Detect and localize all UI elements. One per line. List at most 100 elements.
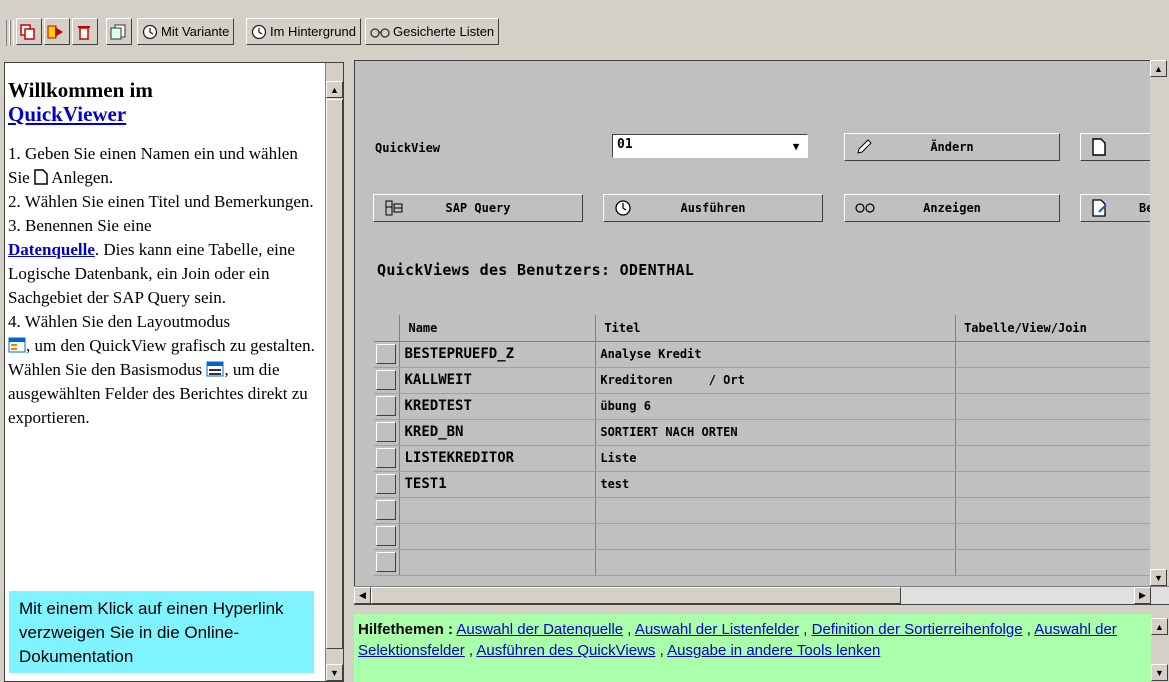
table-row-empty[interactable] (374, 497, 1164, 524)
step4-text: 4. Wählen Sie den Layoutmodus (8, 312, 231, 331)
cell-title[interactable] (595, 497, 957, 524)
row-selector[interactable] (374, 367, 401, 394)
quickviewer-link[interactable]: QuickViewer (8, 102, 126, 126)
cell-view[interactable] (955, 419, 1164, 446)
scroll-thumb[interactable] (326, 99, 343, 649)
cell-view[interactable] (955, 497, 1164, 524)
transport-button[interactable] (106, 18, 132, 45)
cell-view[interactable] (955, 341, 1164, 368)
cell-view[interactable] (955, 523, 1164, 550)
scroll-down-arrow[interactable]: ▼ (1150, 569, 1167, 586)
table-row[interactable]: TEST1 test (374, 471, 1164, 498)
edit-document-icon (1092, 199, 1107, 217)
row-selector[interactable] (374, 523, 401, 550)
display-label: Anzeigen (923, 201, 981, 215)
table-row[interactable]: BESTEPRUEFD_Z Analyse Kredit (374, 341, 1164, 368)
saved-lists-button[interactable]: Gesicherte Listen (365, 18, 500, 45)
btn-variant-label: Mit Variante (161, 24, 230, 39)
cell-name[interactable]: LISTEKREDITOR (399, 445, 597, 472)
cell-view[interactable] (955, 367, 1164, 394)
table-row[interactable]: KRED_BN SORTIERT NACH ORTEN (374, 419, 1164, 446)
table-row-empty[interactable] (374, 549, 1164, 576)
list-title: QuickViews des Benutzers: ODENTHAL (377, 261, 695, 279)
help-link[interactable]: Ausführen des QuickViews (476, 642, 655, 659)
cell-name[interactable]: TEST1 (399, 471, 597, 498)
header-name[interactable]: Name (399, 315, 597, 342)
cell-name[interactable]: KRED_BN (399, 419, 597, 446)
select-all-cell[interactable] (374, 315, 401, 342)
delete-button[interactable] (72, 18, 98, 45)
row-selector[interactable] (374, 419, 401, 446)
execute-quickview-button[interactable]: Ausführen (603, 194, 823, 222)
scroll-up-arrow[interactable]: ▲ (1150, 60, 1167, 77)
row-selector[interactable] (374, 549, 401, 576)
new-document-icon (1092, 138, 1106, 156)
header-view[interactable]: Tabelle/View/Join (955, 315, 1164, 342)
execute-with-variant-button[interactable]: Mit Variante (137, 18, 235, 45)
help-link[interactable]: Auswahl der Datenquelle (456, 621, 623, 638)
row-selector[interactable] (374, 471, 401, 498)
cell-title[interactable]: Liste (595, 445, 957, 472)
help-link[interactable]: Definition der Sortierreihenfolge (812, 621, 1023, 638)
row-selector[interactable] (374, 497, 401, 524)
row-selector[interactable] (374, 393, 401, 420)
pane-splitter[interactable] (348, 57, 353, 682)
execute-button[interactable] (44, 18, 70, 45)
cell-view[interactable] (955, 445, 1164, 472)
sap-query-button[interactable]: SAP Query (373, 194, 583, 222)
scroll-down-arrow[interactable]: ▼ (1151, 664, 1168, 681)
cell-name[interactable] (399, 549, 597, 576)
quickview-input[interactable]: 01 ▼ (612, 134, 808, 158)
cell-title[interactable] (595, 549, 957, 576)
scroll-left-arrow[interactable]: ◀ (354, 587, 371, 604)
table-row[interactable]: KREDTEST übung 6 (374, 393, 1164, 420)
cell-view[interactable] (955, 393, 1164, 420)
btn-background-label: Im Hintergrund (270, 24, 356, 39)
cell-name[interactable]: KALLWEIT (399, 367, 597, 394)
dropdown-arrow-icon[interactable]: ▼ (785, 135, 807, 157)
cell-name[interactable] (399, 523, 597, 550)
table-row[interactable]: LISTEKREDITOR Liste (374, 445, 1164, 472)
right-horizontal-scrollbar[interactable]: ◀ ▶ (354, 586, 1169, 604)
trash-icon (77, 25, 90, 40)
toolbar-grip (10, 20, 14, 46)
scroll-down-arrow[interactable]: ▼ (326, 664, 343, 681)
create-button[interactable] (16, 18, 42, 45)
execute-label: Ausführen (680, 201, 746, 215)
copy-icon (19, 23, 35, 40)
cell-title[interactable]: übung 6 (595, 393, 957, 420)
table-row-empty[interactable] (374, 523, 1164, 550)
cell-view[interactable] (955, 549, 1164, 576)
scroll-up-arrow[interactable]: ▲ (1151, 618, 1168, 635)
row-selector[interactable] (374, 445, 401, 472)
cell-title[interactable]: Kreditoren / Ort (595, 367, 957, 394)
left-scrollbar[interactable]: ▲ ▼ (325, 63, 343, 681)
clock-icon (251, 24, 267, 39)
display-button[interactable]: Anzeigen (844, 194, 1060, 222)
help-link[interactable]: Ausgabe in andere Tools lenken (667, 642, 880, 659)
cell-name[interactable]: KREDTEST (399, 393, 597, 420)
cell-title[interactable]: SORTIERT NACH ORTEN (595, 419, 957, 446)
cell-title[interactable]: test (595, 471, 957, 498)
row-selector[interactable] (374, 341, 401, 368)
scroll-up-arrow[interactable]: ▲ (326, 81, 343, 98)
cell-view[interactable] (955, 471, 1164, 498)
header-title[interactable]: Titel (595, 315, 957, 342)
change-button[interactable]: Ändern (844, 133, 1060, 161)
help-scrollbar[interactable]: ▲ ▼ (1151, 614, 1169, 682)
document-copy-icon (110, 24, 125, 39)
cell-name[interactable] (399, 497, 597, 524)
cell-title[interactable] (595, 523, 957, 550)
glasses-icon (370, 27, 390, 38)
quickview-input-value: 01 (617, 137, 633, 152)
right-vertical-scrollbar[interactable]: ▲ ▼ (1150, 60, 1169, 586)
help-link[interactable]: Auswahl der Listenfelder (635, 621, 799, 638)
cell-name[interactable]: BESTEPRUEFD_Z (399, 341, 597, 368)
background-button[interactable]: Im Hintergrund (246, 18, 361, 45)
table-row[interactable]: KALLWEIT Kreditoren / Ort (374, 367, 1164, 394)
scroll-right-arrow[interactable]: ▶ (1134, 587, 1151, 604)
scroll-thumb[interactable] (371, 587, 901, 604)
datasource-link[interactable]: Datenquelle (8, 240, 95, 259)
basis-mode-icon (206, 361, 224, 377)
cell-title[interactable]: Analyse Kredit (595, 341, 957, 368)
